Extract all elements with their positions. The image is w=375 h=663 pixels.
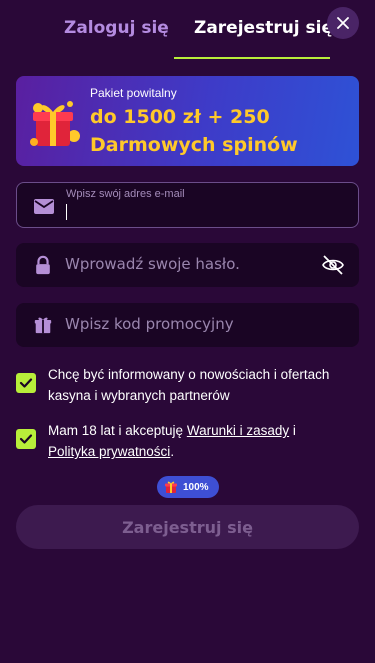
marketing-consent-text: Chcę być informowany o nowościach i ofer… xyxy=(48,367,330,403)
email-field[interactable]: Wpisz swój adres e-mail xyxy=(16,182,359,228)
toggle-password-visibility-button[interactable] xyxy=(321,253,345,277)
privacy-policy-link[interactable]: Polityka prywatności xyxy=(48,444,170,459)
promo-headline-2: Darmowych spinów xyxy=(90,134,298,156)
close-icon xyxy=(337,17,349,29)
terms-link[interactable]: Warunki i zasady xyxy=(187,423,289,438)
active-tab-indicator xyxy=(174,57,330,59)
bonus-progress-badge: 100% xyxy=(157,476,219,498)
checkmark-icon xyxy=(19,434,33,444)
eye-off-icon xyxy=(322,255,344,275)
tab-register[interactable]: Zarejestruj się xyxy=(194,18,333,38)
auth-tabs: Zaloguj się Zarejestruj się xyxy=(0,0,375,60)
promo-subtitle: Pakiet powitalny xyxy=(90,86,177,100)
welcome-bonus-banner[interactable]: Pakiet powitalny do 1500 zł + 250 Darmow… xyxy=(16,76,359,166)
envelope-icon xyxy=(34,199,54,214)
marketing-consent-checkbox[interactable] xyxy=(16,373,36,393)
checkmark-icon xyxy=(19,378,33,388)
progress-percent: 100% xyxy=(183,481,209,493)
terms-text-after: . xyxy=(170,444,175,459)
promo-code-field[interactable]: Wpisz kod promocyjny xyxy=(16,303,359,347)
close-button[interactable] xyxy=(327,7,359,39)
text-caret xyxy=(66,204,67,220)
register-submit-label: Zarejestruj się xyxy=(122,517,253,537)
terms-consent-text: Mam 18 lat i akceptuję Warunki i zasady … xyxy=(48,420,358,462)
terms-consent-checkbox[interactable] xyxy=(16,429,36,449)
password-field[interactable]: Wprowadź swoje hasło. xyxy=(16,243,359,287)
gift-icon xyxy=(34,317,52,334)
gift-icon xyxy=(165,481,177,493)
terms-text-middle: i xyxy=(289,423,296,438)
password-placeholder: Wprowadź swoje hasło. xyxy=(65,255,240,273)
terms-text-before: Mam 18 lat i akceptuję xyxy=(48,423,187,438)
email-label: Wpisz swój adres e-mail xyxy=(66,188,185,200)
tab-login[interactable]: Zaloguj się xyxy=(64,18,169,38)
lock-icon xyxy=(36,255,50,275)
register-submit-button[interactable]: Zarejestruj się xyxy=(16,505,359,549)
gift-icon xyxy=(30,101,80,146)
promo-headline-1: do 1500 zł + 250 xyxy=(90,106,270,128)
promo-code-placeholder: Wpisz kod promocyjny xyxy=(65,315,234,333)
